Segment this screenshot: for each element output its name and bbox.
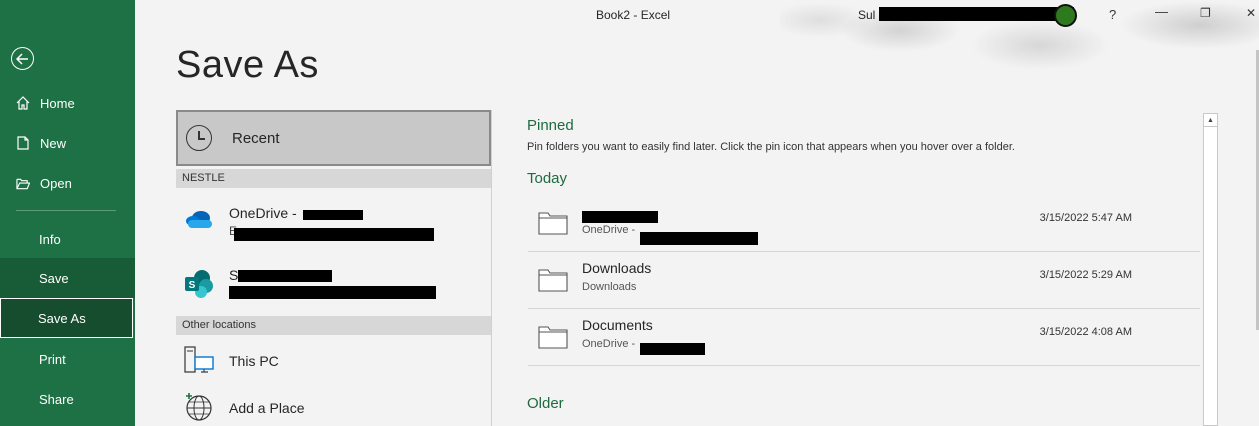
nav-share[interactable]: Share <box>0 379 135 419</box>
nav-print[interactable]: Print <box>0 339 135 379</box>
nav-open[interactable]: Open <box>0 163 135 203</box>
today-group-label: Today <box>527 170 568 187</box>
location-recent[interactable]: Recent <box>176 110 491 166</box>
folder-icon <box>538 268 568 292</box>
nav-save-as[interactable]: Save As <box>0 298 133 338</box>
folder-row[interactable]: Documents OneDrive - 3/15/2022 4:08 AM <box>528 309 1200 366</box>
location-add-place[interactable]: Add a Place <box>176 393 492 426</box>
older-group-label: Older <box>527 395 564 412</box>
save-locations-panel: Recent NESTLE OneDrive - E S S Other loc… <box>176 110 492 426</box>
home-icon <box>16 96 30 110</box>
restore-button[interactable]: ❐ <box>1200 6 1211 20</box>
redaction-bar <box>582 211 658 223</box>
vertical-scrollbar[interactable]: ▲ <box>1203 113 1218 426</box>
clock-icon <box>186 125 212 151</box>
redaction-bar <box>640 343 705 355</box>
other-locations-header: Other locations <box>176 316 492 335</box>
folder-name: Downloads <box>582 260 652 276</box>
pinned-group-label: Pinned <box>527 117 574 134</box>
redaction-bar <box>229 286 436 299</box>
nav-save[interactable]: Save <box>0 258 135 298</box>
redaction-bar <box>238 270 332 282</box>
avatar[interactable] <box>1054 4 1077 27</box>
folder-path: OneDrive - <box>582 224 636 236</box>
help-button[interactable]: ? <box>1109 7 1116 22</box>
folder-icon <box>538 211 568 235</box>
page-title: Save As <box>176 44 319 86</box>
folder-path: Downloads <box>582 281 637 293</box>
onedrive-cloud-icon <box>184 209 214 234</box>
close-button[interactable]: ✕ <box>1246 6 1256 20</box>
nav-info[interactable]: Info <box>0 219 135 259</box>
sharepoint-icon: S <box>184 269 214 304</box>
scroll-up-arrow-icon[interactable]: ▲ <box>1204 114 1217 127</box>
folder-row[interactable]: OneDrive - 3/15/2022 5:47 AM <box>528 195 1200 252</box>
add-place-globe-icon <box>184 392 216 426</box>
folder-date: 3/15/2022 4:08 AM <box>1039 326 1132 338</box>
pinned-hint: Pin folders you want to easily find late… <box>527 141 1015 153</box>
window-title: Book2 - Excel <box>596 8 671 22</box>
redaction-bar <box>879 7 1074 21</box>
redaction-bar <box>303 210 363 220</box>
backstage-nav: Home New Open Info Save Save As Print Sh… <box>0 0 135 426</box>
folder-name: Documents <box>582 317 653 333</box>
back-arrow-icon[interactable] <box>11 47 34 70</box>
folder-path: OneDrive - <box>582 338 636 350</box>
nav-new[interactable]: New <box>0 123 135 163</box>
minimize-button[interactable]: — <box>1155 4 1168 19</box>
panel-divider <box>491 110 492 426</box>
nav-divider <box>16 210 116 211</box>
new-file-icon <box>16 136 30 150</box>
computer-icon <box>184 345 216 380</box>
nav-home[interactable]: Home <box>0 83 135 123</box>
open-folder-icon <box>16 176 30 190</box>
redaction-bar <box>640 232 758 245</box>
redaction-bar <box>234 228 434 241</box>
folder-icon <box>538 325 568 349</box>
folder-row[interactable]: Downloads Downloads 3/15/2022 5:29 AM <box>528 252 1200 309</box>
org-section-header: NESTLE <box>176 169 492 188</box>
svg-text:S: S <box>189 280 196 291</box>
location-this-pc[interactable]: This PC <box>176 346 492 400</box>
folder-date: 3/15/2022 5:29 AM <box>1039 269 1132 281</box>
folder-date: 3/15/2022 5:47 AM <box>1039 212 1132 224</box>
account-name[interactable]: Sul <box>858 8 875 22</box>
